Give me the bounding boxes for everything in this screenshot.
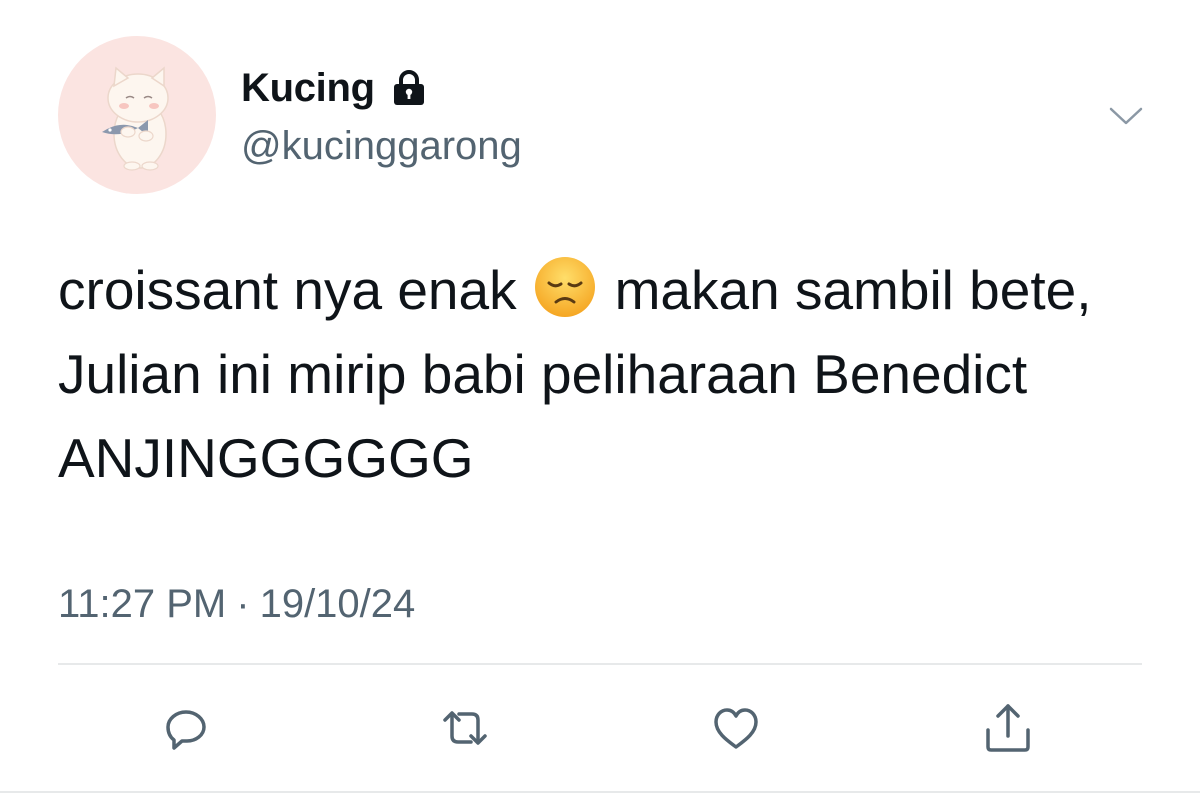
tweet-date[interactable]: 19/10/24 xyxy=(260,582,416,626)
tweet-text-part1: croissant nya enak xyxy=(58,259,517,321)
avatar[interactable] xyxy=(58,36,216,194)
like-button[interactable] xyxy=(706,698,766,758)
heart-icon xyxy=(714,708,758,749)
display-name-row[interactable]: Kucing xyxy=(241,62,429,114)
cat-holding-fish-avatar xyxy=(102,66,169,171)
more-options-button[interactable] xyxy=(1104,96,1148,136)
reply-icon xyxy=(166,710,206,750)
retweet-icon xyxy=(443,711,487,745)
tweet-text: croissant nya enak makan sambil bete, Ju… xyxy=(58,248,1158,500)
share-button[interactable] xyxy=(978,698,1038,758)
lock-icon xyxy=(393,70,424,105)
user-handle[interactable]: @kucinggarong xyxy=(241,120,522,172)
tweet-timestamp[interactable]: 11:27 PM · 19/10/24 xyxy=(58,576,415,632)
share-icon xyxy=(986,704,1030,752)
chevron-down-icon xyxy=(1109,107,1143,125)
retweet-button[interactable] xyxy=(435,698,495,758)
divider xyxy=(58,663,1142,665)
timestamp-separator: · xyxy=(236,582,250,626)
tweet-time[interactable]: 11:27 PM xyxy=(58,582,226,626)
disappointed-face-emoji xyxy=(534,257,595,317)
display-name[interactable]: Kucing xyxy=(241,62,375,114)
reply-button[interactable] xyxy=(156,698,216,758)
